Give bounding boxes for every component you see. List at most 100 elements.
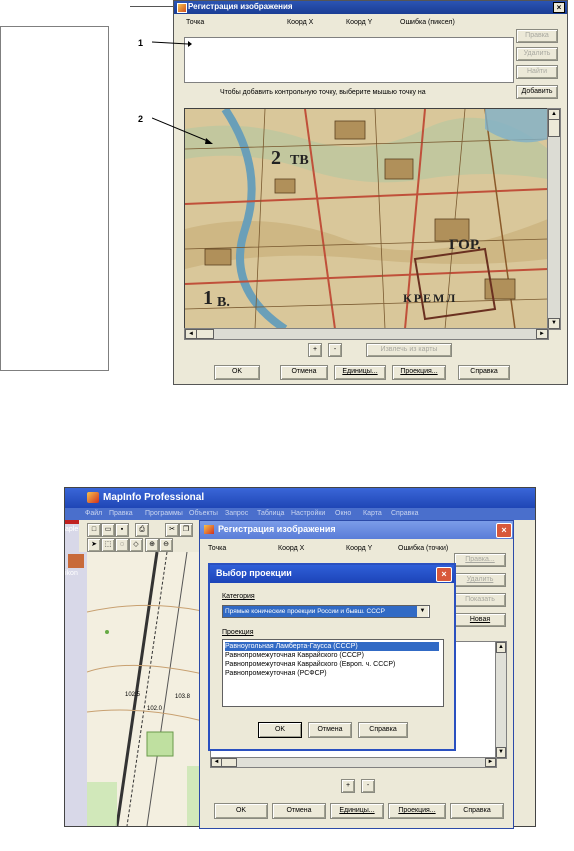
menu-objects[interactable]: Объекты <box>189 510 218 517</box>
elevation-label-2: 103.8 <box>175 694 191 700</box>
map-horizontal-scrollbar[interactable]: ◄ ► <box>184 328 549 340</box>
cancel-button[interactable]: Отмена <box>272 803 326 819</box>
desktop-icon-2[interactable] <box>68 554 84 568</box>
col-error: Ошибка (пиксел) <box>400 19 455 26</box>
zoom-out-icon[interactable]: ⊖ <box>159 538 173 552</box>
polygon-select-icon[interactable]: ◇ <box>129 538 143 552</box>
map-vertical-scrollbar[interactable]: ▲ ▼ <box>547 108 561 330</box>
annotation-label-1: 1 <box>138 38 144 48</box>
mapinfo-app-icon <box>177 3 187 13</box>
projection-item[interactable]: Равнопромежуточная Каврайского (СССР) <box>225 651 364 660</box>
chevron-down-icon[interactable]: ▼ <box>417 606 428 617</box>
left-empty-panel <box>0 26 109 371</box>
cancel-button[interactable]: Отмена <box>280 365 328 380</box>
top-dialog-title: Регистрация изображения <box>188 2 293 11</box>
close-icon[interactable]: × <box>553 2 565 13</box>
scroll-down-icon[interactable]: ▼ <box>496 747 506 758</box>
map-label-tv: ТВ <box>290 153 309 168</box>
select-arrow-icon[interactable]: ➤ <box>87 538 101 552</box>
menu-map[interactable]: Карта <box>363 510 382 517</box>
edit-button[interactable]: Правка... <box>454 553 506 567</box>
scroll-down-icon[interactable]: ▼ <box>548 318 560 329</box>
help-button[interactable]: Справка <box>358 722 408 738</box>
control-points-list[interactable] <box>184 37 514 83</box>
col-point: Точка <box>186 19 205 26</box>
mapinfo-logo-icon <box>204 525 214 534</box>
scroll-right-icon[interactable]: ► <box>485 758 496 767</box>
map-label-district-1: 1 <box>203 287 213 309</box>
marquee-select-icon[interactable]: ⬚ <box>101 538 115 552</box>
map-label-gor: ГОР. <box>449 237 481 253</box>
find-button[interactable]: Найти <box>516 65 558 79</box>
mapinfo-menubar: Файл Правка Программы Объекты Запрос Таб… <box>65 508 535 520</box>
delete-button[interactable]: Удалить <box>454 573 506 587</box>
add-point-hint: Чтобы добавить контрольную точку, выбери… <box>220 89 426 96</box>
zoom-out-button[interactable]: - <box>361 779 375 793</box>
units-button[interactable]: Единицы... <box>334 365 386 380</box>
close-icon[interactable]: × <box>436 567 452 582</box>
units-button[interactable]: Единицы... <box>330 803 384 819</box>
zoom-out-button[interactable]: - <box>328 343 342 357</box>
desktop-label-ikon: ikon <box>65 570 78 577</box>
cancel-button[interactable]: Отмена <box>308 722 352 738</box>
help-button[interactable]: Справка <box>450 803 504 819</box>
annotation-label-2: 2 <box>138 114 144 124</box>
elevation-label-3: 102.0 <box>147 706 163 712</box>
projection-button[interactable]: Проекция... <box>388 803 446 819</box>
top-registration-dialog: Регистрация изображения × Точка Коорд X … <box>173 0 568 385</box>
hscroll-thumb[interactable] <box>196 329 214 339</box>
zoom-in-button[interactable]: + <box>308 343 322 357</box>
mi-registration-title: Регистрация изображения <box>218 524 336 534</box>
menu-table[interactable]: Таблица <box>257 510 284 517</box>
open-icon[interactable]: ▭ <box>101 523 115 537</box>
ok-button[interactable]: OK <box>214 803 268 819</box>
projection-item[interactable]: Равнопромежуточная (РСФСР) <box>225 669 327 678</box>
radius-select-icon[interactable]: ◌ <box>115 538 129 552</box>
projection-item[interactable]: Равноугольная Ламберта-Гаусса (СССР) <box>225 642 439 651</box>
menu-window[interactable]: Окно <box>335 510 351 517</box>
annotation-arrow-1 <box>152 41 192 47</box>
close-icon[interactable]: × <box>496 523 512 538</box>
mapinfo-title: MapInfo Professional <box>103 492 205 503</box>
category-select[interactable]: Прямые конические проекции России и бывш… <box>222 605 430 618</box>
mi-horizontal-scrollbar[interactable]: ◄ ► <box>210 757 497 768</box>
col-error: Ошибка (точки) <box>398 545 449 552</box>
delete-button[interactable]: Удалить <box>516 47 558 61</box>
copy-icon[interactable]: ❐ <box>179 523 193 537</box>
menu-file[interactable]: Файл <box>85 510 102 517</box>
projection-item[interactable]: Равнопромежуточная Каврайского (Европ. ч… <box>225 660 395 669</box>
map-label-kreml: КРЕМЛ <box>403 291 458 305</box>
show-button[interactable]: Показать <box>454 593 506 607</box>
projection-list[interactable]: Равноугольная Ламберта-Гаусса (СССР) Рав… <box>222 639 444 707</box>
zoom-in-icon[interactable]: ⊕ <box>145 538 159 552</box>
help-button[interactable]: Справка <box>458 365 510 380</box>
print-icon[interactable]: ⎙ <box>135 523 149 537</box>
mi-vertical-scrollbar[interactable]: ▲ ▼ <box>495 641 507 759</box>
mapinfo-titlebar: MapInfo Professional <box>65 488 535 508</box>
edit-button[interactable]: Правка <box>516 29 558 43</box>
scroll-right-icon[interactable]: ► <box>536 329 548 339</box>
annotation-arrow-2 <box>152 117 213 144</box>
add-button[interactable]: Добавить <box>516 85 558 99</box>
mi-registration-titlebar: Регистрация изображения × <box>200 521 513 539</box>
menu-edit[interactable]: Правка <box>109 510 133 517</box>
raster-map-view[interactable]: 2 ТВ ГОР. КРЕМЛ 1 В. <box>184 108 549 330</box>
menu-settings[interactable]: Настройки <box>291 510 325 517</box>
cut-icon[interactable]: ✂ <box>165 523 179 537</box>
vscroll-thumb[interactable] <box>548 119 560 137</box>
menu-query[interactable]: Запрос <box>225 510 248 517</box>
hscroll-thumb[interactable] <box>221 758 237 767</box>
new-icon[interactable]: □ <box>87 523 101 537</box>
desktop-label-aple: aple <box>65 526 79 533</box>
ok-button[interactable]: OK <box>214 365 260 380</box>
save-icon[interactable]: ▪ <box>115 523 129 537</box>
menu-programs[interactable]: Программы <box>145 510 183 517</box>
extract-from-map-button[interactable]: Извлечь из карты <box>366 343 452 357</box>
ok-button[interactable]: OK <box>258 722 302 738</box>
new-button[interactable]: Новая <box>454 613 506 627</box>
scroll-up-icon[interactable]: ▲ <box>496 642 506 653</box>
col-coord-x: Коорд X <box>287 19 314 26</box>
zoom-in-button[interactable]: + <box>341 779 355 793</box>
menu-help[interactable]: Справка <box>391 510 418 517</box>
projection-button[interactable]: Проекция... <box>392 365 446 380</box>
